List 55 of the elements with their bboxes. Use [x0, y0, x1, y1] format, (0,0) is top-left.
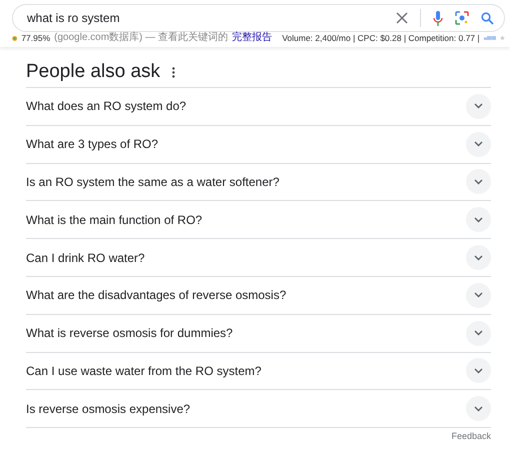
question-text: Is reverse osmosis expensive?	[26, 402, 190, 416]
star-icon[interactable]	[500, 33, 505, 43]
image-search-button[interactable]	[455, 11, 469, 25]
chevron-icon	[474, 406, 483, 412]
report-link[interactable]: 完整报告	[232, 32, 272, 44]
expand-button[interactable]	[466, 282, 491, 308]
expand-button[interactable]	[466, 169, 491, 194]
bar-graph-icon	[484, 34, 496, 42]
question-text: What is the main function of RO?	[26, 212, 202, 227]
expand-button[interactable]	[466, 132, 491, 157]
search-icon	[481, 12, 494, 24]
expand-button[interactable]	[466, 396, 491, 422]
close-icon	[396, 12, 408, 24]
more-options-icon[interactable]	[172, 66, 176, 78]
search-field[interactable]: what is ro system	[12, 4, 505, 32]
question-text: What are 3 types of RO?	[26, 137, 158, 152]
feedback-link[interactable]: Feedback	[451, 431, 491, 442]
expand-button[interactable]	[466, 94, 491, 119]
question-text: Is an RO system the same as a water softener?	[26, 174, 280, 189]
question-text: What does an RO system do?	[26, 99, 186, 114]
question-row[interactable]: What are the disadvantages of reverse osmosis?	[26, 276, 491, 315]
search-button[interactable]	[481, 12, 494, 24]
question-text: What are the disadvantages of reverse osmosis?	[26, 288, 286, 302]
question-text: Can I drink RO water?	[26, 250, 145, 265]
question-row[interactable]: Is an RO system the same as a water softener?	[26, 164, 491, 202]
voice-search-button[interactable]	[433, 10, 443, 26]
question-text: Can I use waste water from the RO system?	[26, 364, 262, 378]
question-row[interactable]: Is reverse osmosis expensive?	[26, 390, 491, 428]
expand-button[interactable]	[466, 358, 491, 384]
search-input[interactable]: what is ro system	[27, 11, 384, 25]
chevron-icon	[474, 178, 483, 185]
question-row[interactable]: What is the main function of RO?	[26, 201, 491, 240]
score-text: 77.95%	[21, 32, 50, 44]
chevron-icon	[474, 330, 483, 336]
expand-button[interactable]	[466, 245, 491, 270]
chevron-icon	[474, 368, 483, 374]
question-text: What is reverse osmosis for dummies?	[26, 326, 233, 340]
chevron-icon	[474, 216, 483, 223]
question-row[interactable]: What does an RO system do?	[26, 88, 491, 126]
metrics-text: Volume: 2,400/mo | CPC: $0.28 | Competition: 0.77 |	[282, 32, 480, 44]
chevron-icon	[474, 292, 483, 298]
expand-button[interactable]	[466, 207, 491, 232]
chevron-icon	[474, 141, 483, 148]
source-text: (google.com数据库) — 查看此关键词的	[54, 32, 228, 44]
expand-button[interactable]	[466, 320, 491, 346]
question-row[interactable]: Can I drink RO water?	[26, 239, 491, 277]
microphone-icon	[433, 10, 443, 26]
question-row[interactable]: What is reverse osmosis for dummies?	[26, 314, 491, 353]
section-title: People also ask	[26, 61, 160, 83]
chevron-icon	[474, 103, 483, 110]
camera-icon	[455, 11, 469, 25]
question-row[interactable]: What are 3 types of RO?	[26, 126, 491, 164]
clear-button[interactable]	[396, 12, 408, 24]
question-row[interactable]: Can I use waste water from the RO system?	[26, 352, 491, 390]
chevron-icon	[474, 254, 483, 261]
